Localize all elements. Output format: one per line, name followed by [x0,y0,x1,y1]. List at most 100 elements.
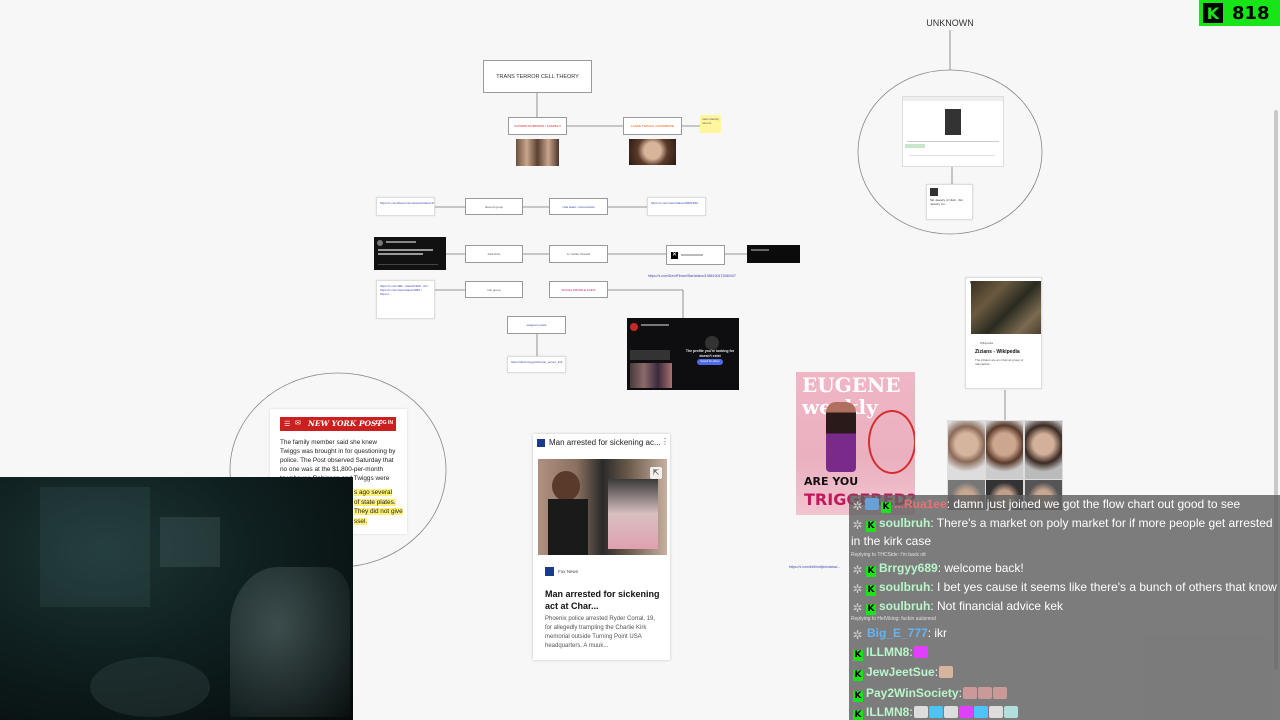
dark-tweet-thumbnail[interactable] [747,245,800,263]
moderator-badge-icon: ✲ [852,499,863,513]
nypost-login-button[interactable]: LOG IN [376,420,393,426]
discord-group-node[interactable]: discord group [465,198,523,215]
theory-title-node[interactable]: TRANS TERROR CELL THEORY [483,60,592,93]
chat-message: K JewJeetSue: [851,663,1279,681]
chat-message: ✲ K Brrgyy689: welcome back! [851,559,1279,577]
nypost-logo: NEW YORK POST [308,419,383,428]
chat-username[interactable]: soulbruh [879,516,930,530]
suspect-node[interactable]: CONNOR ROBINSON / SUSPECT [508,117,567,135]
sticky-note[interactable]: trans identity rumors [700,115,721,133]
kick-badge-icon: K [866,521,876,532]
chat-username[interactable]: ILLMN8 [866,645,909,659]
chat-text: : [909,645,913,659]
menu-icon[interactable]: ☰ [284,420,290,428]
chat-message: ✲ Ksoulbruh: I bet yes cause it seems lik… [851,578,1279,596]
unknown-webpage-screenshot[interactable] [902,96,1004,167]
unknown-result-card[interactable]: Ski Jewelry of Utah - Ski Jewelry Co.. [926,184,973,220]
emote-icon [865,498,879,510]
chat-text: : [934,665,939,679]
emote-icon [913,646,928,658]
news-snippet: Phoenix police arrested Ryder Corral, 19… [545,616,656,649]
mail-icon[interactable]: ✉ [295,419,301,427]
wikipedia-card[interactable]: W Wikipedia Zizians - Wikipedia The Zizi… [965,277,1042,389]
link-card-3[interactable]: https://x.com/d6k...status/1966...22 / h… [376,280,435,319]
emote-icon [988,706,1003,718]
chat-username[interactable]: soulbruh [879,599,930,613]
news-card[interactable]: Man arrested for sickening ac... ⋮ ⇱ Fox… [533,434,670,660]
chat-message: ✲ Ksoulbruh: There's a market on poly mar… [851,514,1279,550]
suspect-photo[interactable] [516,139,559,166]
emote-icon [913,706,928,718]
chat-username[interactable]: ILLMN8 [866,705,909,719]
chat-leaks-node[interactable]: chat leaks / screenshots [549,198,608,215]
x-embed-node[interactable]: ✕ [666,245,725,265]
x-threads-node[interactable]: X / twitter threads [549,245,608,263]
open-external-icon[interactable]: ⇱ [650,467,662,479]
unknown-label: UNKNOWN [926,18,974,28]
emote-icon [928,706,943,718]
moderator-badge-icon: ✲ [852,563,863,577]
emote-icon [992,687,1007,699]
url-bottom-middle[interactable]: https://x.com/bbKindlyfo/status/... [789,565,840,569]
roommate-node[interactable]: LANCE TWIGGS / ROOMMATE [623,117,682,135]
chat-text: : I bet yes cause it seems like there's … [930,580,1277,594]
unknown-card-title: Ski Jewelry of Utah - Ski Jewelry Co.. [930,198,963,206]
chat-message: ✲ K ...Rua1ee: damn just joined we got the… [851,495,1279,513]
chat-username[interactable]: Brrgyy689 [879,561,938,575]
moderator-badge-icon: ✲ [852,628,863,642]
chat-message: ✲ Big_E_777: ikr [851,624,1279,642]
news-favicon-icon [537,439,545,447]
kick-badge-icon: K [853,650,863,661]
chat-username[interactable]: ...Rua1ee [894,497,947,511]
kick-badge-icon: K [853,691,863,702]
url-under-x[interactable]: https://x.com/DevilFlowerStar/status/196… [648,274,736,278]
chat-text: : ikr [927,626,948,640]
chat-text: : [909,705,913,719]
chat-message: K Pay2WinSociety: [851,684,1279,702]
kick-badge-icon: K [853,710,863,720]
wikipedia-photo [971,281,1041,334]
news-photo[interactable]: ⇱ [538,459,667,555]
link-card-2[interactable]: https://x.com/user/status/19661840... [647,197,706,216]
link-card-4[interactable]: https://discord.gg/robinson_server_link [507,356,566,373]
tweet-screenshot[interactable] [374,237,446,270]
link-card-1[interactable]: https://x.com/theconnornetwork/status/19… [376,197,435,216]
chat-message: ✲ Ksoulbruh: Not financial advice kek [851,597,1279,615]
emote-icon [962,687,977,699]
emote-icon [973,706,988,718]
kick-badge-icon: K [866,585,876,596]
kick-badge-icon: K [881,502,891,513]
chat-username[interactable]: soulbruh [879,580,930,594]
news-card-header: Man arrested for sickening ac... [549,438,661,447]
reply-context: Replying to THCSide: I'm back ott [851,552,926,558]
eugene-weekly-cover[interactable]: EUGENE weekly ARE YOU TRIGGERED? [796,372,915,515]
news-title[interactable]: Man arrested for sickening act at Char..… [545,588,665,612]
nypost-highlight-4: ssel. [354,517,368,525]
emote-icon [943,706,958,718]
more-options-icon[interactable]: ⋮ [661,437,669,446]
link-group-node[interactable]: link group [465,281,523,298]
chat-text: : damn just joined we got the flow chart… [946,497,1241,511]
emote-icon [958,706,973,718]
chat-message: K ILLMN8: [851,643,1279,661]
nypost-highlight-1: s ago several [354,489,393,496]
moderator-badge-icon: ✲ [852,601,863,615]
chat-username[interactable]: Big_E_777 [867,626,928,640]
chat-message: K ILLMN8: [851,703,1279,720]
x-profile-screenshot[interactable]: The profile you're looking for doesn't e… [627,318,739,390]
chat-text: : [958,686,962,700]
roommate-photo[interactable] [629,139,676,165]
x-embed-search-button[interactable]: Search for others [697,359,723,365]
kick-logo-icon: K [1203,3,1223,23]
kick-badge-icon: K [853,670,863,681]
chat-username[interactable]: Pay2WinSociety [866,686,959,700]
x-embed-caption: The profile you're looking for doesn't e… [685,349,735,358]
emote-icon [1003,706,1018,718]
dark-links-node[interactable]: dark links [465,245,523,263]
chat-text: : welcome back! [937,561,1024,575]
chat-overlay: ✲ K ...Rua1ee: damn just joined we got the… [849,495,1280,720]
chat-username[interactable]: JewJeetSue [866,665,935,679]
social-profile-node[interactable]: SOCIAL PROFILE LINKS [549,281,608,298]
magazine-line1: ARE YOU [804,475,859,488]
telegram-posts-node[interactable]: telegram posts [507,316,566,334]
